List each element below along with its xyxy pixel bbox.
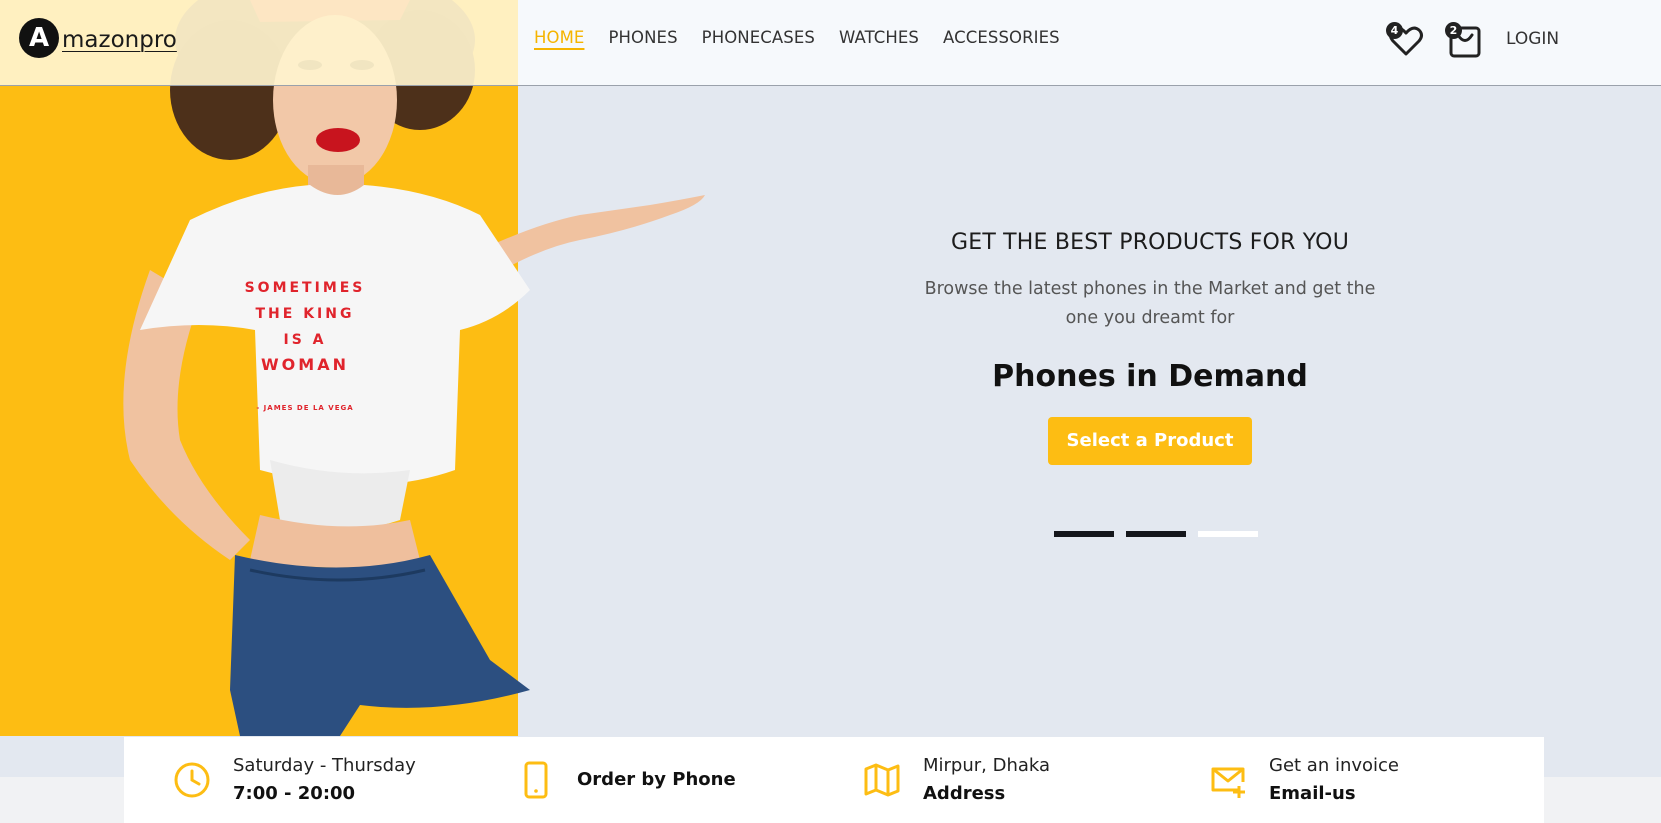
logo[interactable]: A mazonpro bbox=[19, 18, 177, 58]
logo-text: mazonpro bbox=[62, 27, 177, 53]
info-address-location: Mirpur, Dhaka bbox=[923, 755, 1051, 776]
hero-content: GET THE BEST PRODUCTS FOR YOU Browse the… bbox=[900, 230, 1400, 465]
carousel-indicators bbox=[1054, 531, 1258, 537]
tshirt-line-3: IS A bbox=[283, 332, 326, 348]
info-order-phone-label: Order by Phone bbox=[577, 769, 736, 790]
select-product-button[interactable]: Select a Product bbox=[1047, 417, 1253, 465]
info-bar: Saturday - Thursday 7:00 - 20:00 Order b… bbox=[124, 737, 1544, 823]
hero-description: Browse the latest phones in the Market a… bbox=[924, 279, 1376, 328]
info-email[interactable]: Get an invoice Email-us bbox=[1208, 737, 1399, 823]
hero-eyebrow: GET THE BEST PRODUCTS FOR YOU bbox=[950, 230, 1350, 255]
cart-count-badge: 2 bbox=[1445, 22, 1462, 39]
tshirt-caption: - JAMES DE LA VEGA bbox=[256, 404, 353, 412]
mail-plus-icon bbox=[1211, 767, 1245, 798]
tshirt-line-2: THE KING bbox=[256, 306, 355, 322]
hero-model-image: SOMETIMES THE KING IS A WOMAN - JAMES DE… bbox=[123, 0, 705, 736]
info-address: Mirpur, Dhaka Address bbox=[862, 737, 1050, 823]
nav-accessories[interactable]: ACCESSORIES bbox=[943, 28, 1060, 47]
carousel-dot-3[interactable] bbox=[1198, 531, 1258, 537]
clock-icon bbox=[174, 762, 210, 798]
nav-phonecases[interactable]: PHONECASES bbox=[702, 28, 815, 47]
nav-watches[interactable]: WATCHES bbox=[839, 28, 919, 47]
info-order-phone[interactable]: Order by Phone bbox=[516, 737, 736, 823]
info-hours-time: 7:00 - 20:00 bbox=[233, 783, 356, 804]
info-address-label: Address bbox=[923, 783, 1006, 804]
phone-icon bbox=[524, 761, 548, 799]
map-icon bbox=[864, 763, 900, 797]
site-header: A mazonpro HOME PHONES PHONECASES WATCHE… bbox=[0, 0, 1661, 86]
carousel-dot-2[interactable] bbox=[1126, 531, 1186, 537]
carousel-dot-1[interactable] bbox=[1054, 531, 1114, 537]
tshirt-line-1: SOMETIMES bbox=[245, 280, 366, 296]
info-email-label: Email-us bbox=[1269, 783, 1356, 804]
info-hours: Saturday - Thursday 7:00 - 20:00 bbox=[172, 737, 416, 823]
nav-home[interactable]: HOME bbox=[534, 28, 584, 47]
info-hours-days: Saturday - Thursday bbox=[233, 755, 416, 776]
logo-mark: A bbox=[19, 18, 59, 58]
hero-title: Phones in Demand bbox=[992, 359, 1308, 394]
wishlist-button[interactable]: 4 bbox=[1386, 20, 1426, 60]
login-link[interactable]: LOGIN bbox=[1506, 29, 1559, 49]
cart-button[interactable]: 2 bbox=[1445, 20, 1485, 60]
tshirt-line-4: WOMAN bbox=[261, 355, 349, 374]
nav-phones[interactable]: PHONES bbox=[608, 28, 677, 47]
wishlist-count-badge: 4 bbox=[1386, 22, 1403, 39]
info-email-title: Get an invoice bbox=[1269, 755, 1400, 776]
main-nav: HOME PHONES PHONECASES WATCHES ACCESSORI… bbox=[534, 28, 1084, 47]
